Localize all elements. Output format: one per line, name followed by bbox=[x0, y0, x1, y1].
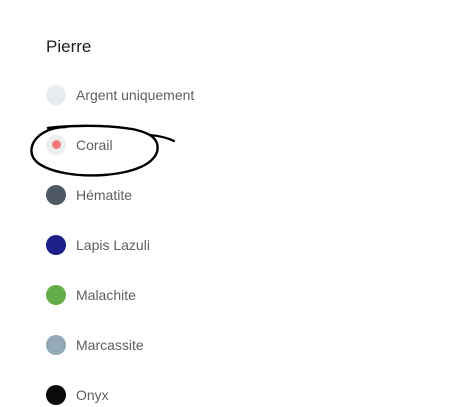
stone-option-lapis-lazuli[interactable]: Lapis Lazuli bbox=[46, 233, 150, 257]
stone-filter-panel: Pierre Argent uniquement Corail Hématite… bbox=[0, 0, 461, 405]
option-label: Argent uniquement bbox=[76, 87, 195, 103]
color-swatch bbox=[46, 185, 66, 205]
stone-option-hematite[interactable]: Hématite bbox=[46, 183, 132, 207]
stone-option-corail[interactable]: Corail bbox=[46, 133, 113, 157]
stone-option-onyx[interactable]: Onyx bbox=[46, 383, 109, 407]
option-label: Corail bbox=[76, 137, 113, 153]
stone-option-malachite[interactable]: Malachite bbox=[46, 283, 136, 307]
color-swatch bbox=[46, 85, 66, 105]
color-swatch bbox=[46, 335, 66, 355]
color-swatch bbox=[46, 135, 66, 155]
option-label: Malachite bbox=[76, 287, 136, 303]
stone-option-marcassite[interactable]: Marcassite bbox=[46, 333, 144, 357]
option-label: Onyx bbox=[76, 387, 109, 403]
selected-dot bbox=[52, 140, 61, 149]
option-label: Lapis Lazuli bbox=[76, 237, 150, 253]
color-swatch bbox=[46, 385, 66, 405]
color-swatch bbox=[46, 285, 66, 305]
option-label: Hématite bbox=[76, 187, 133, 203]
option-label: Marcassite bbox=[76, 337, 144, 353]
color-swatch bbox=[46, 235, 66, 255]
filter-title: Pierre bbox=[46, 37, 92, 56]
stone-option-argent-uniquement[interactable]: Argent uniquement bbox=[46, 83, 194, 107]
